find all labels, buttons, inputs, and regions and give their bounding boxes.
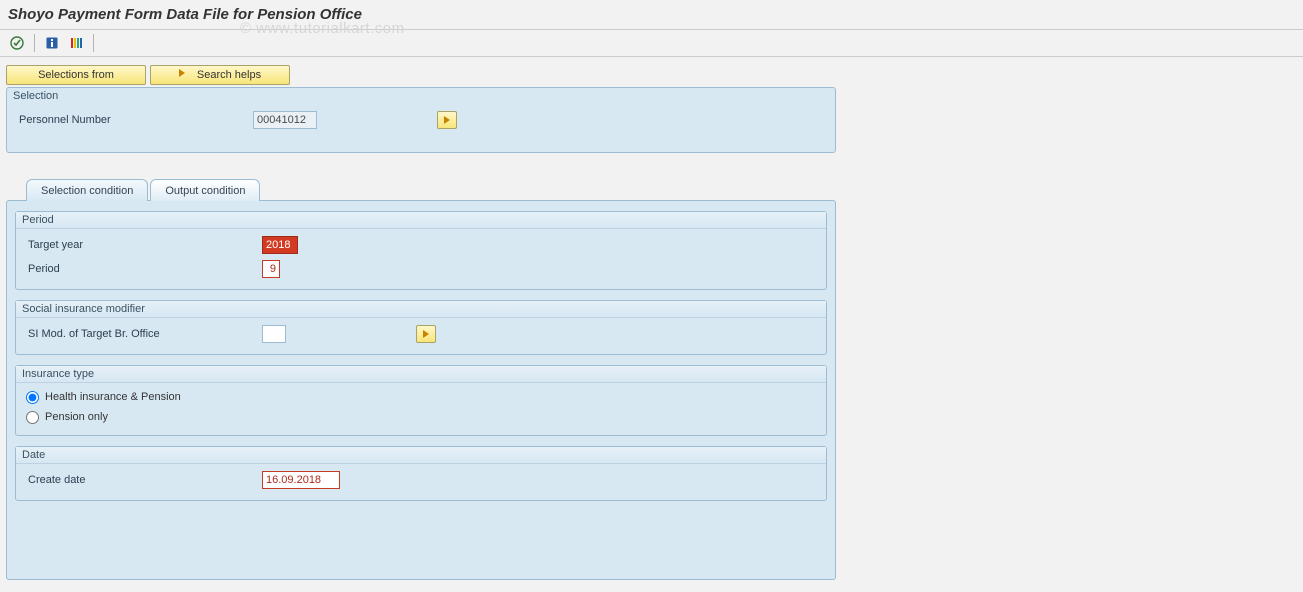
arrow-right-icon — [423, 330, 429, 338]
tab-pane-selection-condition: Period Target year Period Social insuran… — [6, 200, 836, 580]
si-modifier-group: Social insurance modifier SI Mod. of Tar… — [15, 300, 827, 355]
toolbar-separator — [34, 34, 35, 52]
personnel-number-label: Personnel Number — [13, 114, 253, 126]
period-group-title: Period — [16, 212, 826, 229]
toolbar-separator — [93, 34, 94, 52]
period-label: Period — [22, 263, 262, 275]
search-helps-label: Search helps — [197, 69, 261, 81]
page-title: Shoyo Payment Form Data File for Pension… — [0, 0, 1303, 30]
insurance-health-pension-radio[interactable] — [26, 391, 39, 404]
date-group: Date Create date — [15, 446, 827, 501]
selection-group-title: Selection — [7, 88, 835, 102]
tab-selection-condition[interactable]: Selection condition — [26, 179, 148, 201]
insurance-type-group: Insurance type Health insurance & Pensio… — [15, 365, 827, 436]
insurance-pension-only-label: Pension only — [45, 411, 108, 423]
selection-group: Selection Personnel Number — [6, 87, 836, 153]
tab-selection-condition-label: Selection condition — [41, 185, 133, 197]
tab-container: Selection condition Output condition Per… — [6, 179, 1297, 580]
arrow-right-icon — [444, 116, 450, 124]
create-date-label: Create date — [22, 474, 262, 486]
personnel-number-row: Personnel Number — [13, 108, 829, 132]
personnel-number-multiple-selection-button[interactable] — [437, 111, 457, 129]
tab-output-condition[interactable]: Output condition — [150, 179, 260, 201]
info-icon[interactable] — [43, 34, 61, 52]
page-title-text: Shoyo Payment Form Data File for Pension… — [8, 6, 362, 23]
si-modifier-multiple-selection-button[interactable] — [416, 325, 436, 343]
period-row: Period — [22, 257, 820, 281]
execute-icon[interactable] — [8, 34, 26, 52]
tab-output-condition-label: Output condition — [165, 185, 245, 197]
si-modifier-group-title: Social insurance modifier — [16, 301, 826, 318]
selections-from-label: Selections from — [38, 69, 114, 81]
target-year-label: Target year — [22, 239, 262, 251]
target-year-input[interactable] — [262, 236, 298, 254]
target-year-row: Target year — [22, 233, 820, 257]
personnel-number-input[interactable] — [253, 111, 317, 129]
insurance-health-pension-row: Health insurance & Pension — [22, 387, 820, 407]
tab-strip: Selection condition Output condition — [6, 179, 1297, 201]
application-toolbar: © www.tutorialkart.com — [0, 30, 1303, 57]
create-date-row: Create date — [22, 468, 820, 492]
create-date-input[interactable] — [262, 471, 340, 489]
si-modifier-label: SI Mod. of Target Br. Office — [22, 328, 262, 340]
search-helps-button[interactable]: Search helps — [150, 65, 290, 85]
insurance-health-pension-label: Health insurance & Pension — [45, 391, 181, 403]
date-group-title: Date — [16, 447, 826, 464]
insurance-pension-only-radio[interactable] — [26, 411, 39, 424]
arrow-right-icon — [179, 69, 191, 81]
period-group: Period Target year Period — [15, 211, 827, 290]
insurance-type-group-title: Insurance type — [16, 366, 826, 383]
variants-icon[interactable] — [67, 34, 85, 52]
action-button-row: Selections from Search helps — [6, 65, 1297, 85]
content-area: Selections from Search helps Selection P… — [0, 57, 1303, 580]
insurance-pension-only-row: Pension only — [22, 407, 820, 427]
period-input[interactable] — [262, 260, 280, 278]
selections-from-button[interactable]: Selections from — [6, 65, 146, 85]
si-modifier-row: SI Mod. of Target Br. Office — [22, 322, 820, 346]
si-modifier-input[interactable] — [262, 325, 286, 343]
